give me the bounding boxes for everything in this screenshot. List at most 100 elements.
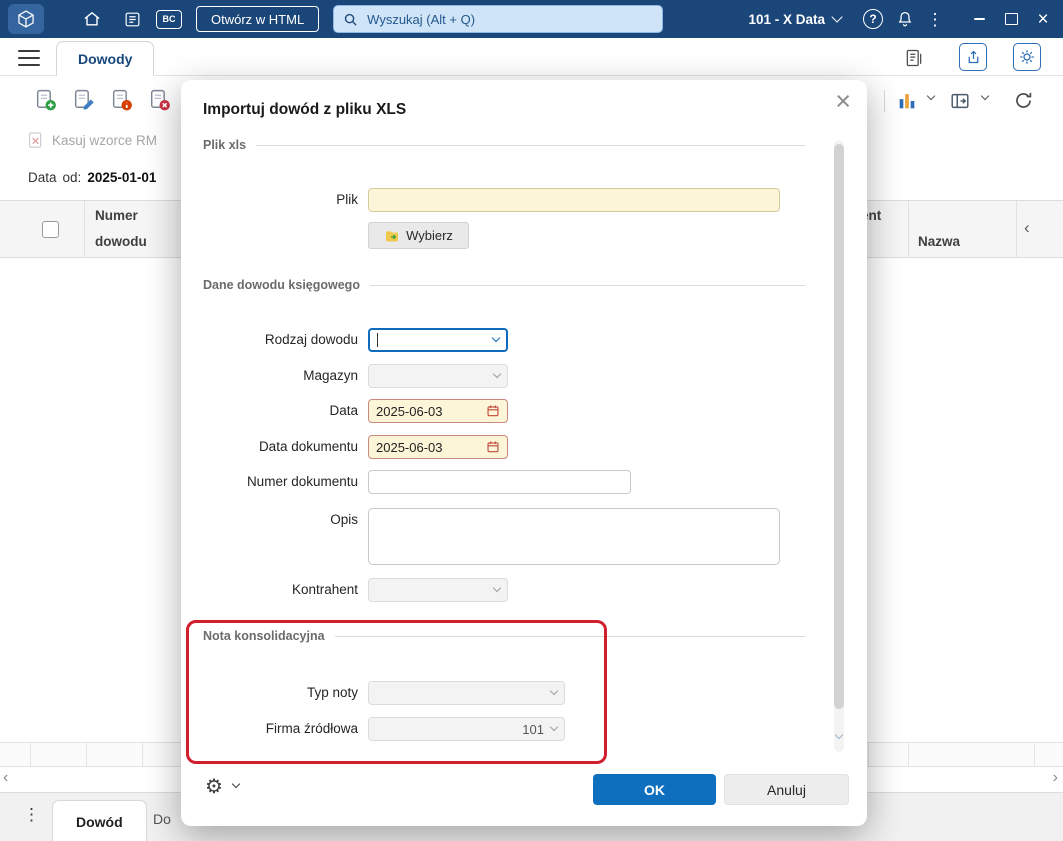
delete-icon	[150, 89, 170, 111]
document-info-button[interactable]	[108, 87, 135, 114]
section-dane-label: Dane dowodu księgowego	[203, 278, 360, 292]
opis-textarea[interactable]	[368, 508, 780, 565]
footer-cell-divider-2	[86, 743, 87, 766]
dialog-scrollbar-thumb[interactable]	[834, 144, 844, 709]
home-icon	[84, 11, 100, 26]
chevron-down-icon	[549, 722, 559, 732]
maximize-icon	[1004, 13, 1018, 25]
bc-badge-label: BC	[156, 9, 182, 29]
tab-dowody-label: Dowody	[78, 50, 133, 67]
footer-cell-divider-4	[868, 743, 869, 766]
journal-button[interactable]	[116, 4, 148, 34]
footer-cell-divider-6	[1034, 743, 1035, 766]
topbar: BC Otwórz w HTML 101 - X Data ? ⋮ ×	[0, 0, 1063, 38]
app-window: BC Otwórz w HTML 101 - X Data ? ⋮ ×	[0, 0, 1063, 841]
dialog-close-button[interactable]: ×	[835, 88, 851, 115]
menu-button[interactable]	[18, 50, 40, 70]
tab-dowody[interactable]: Dowody	[56, 41, 155, 76]
page-tabstrip: Dowody	[0, 38, 1063, 76]
new-document-button[interactable]	[32, 87, 59, 114]
hamburger-icon	[18, 50, 40, 53]
notifications-button[interactable]	[889, 4, 921, 34]
kontrahent-combobox	[368, 578, 508, 602]
layout-chevron-down-icon[interactable]	[980, 91, 990, 101]
close-icon: ×	[835, 86, 851, 116]
typ-noty-label: Typ noty	[306, 685, 358, 700]
maximize-button[interactable]	[995, 4, 1027, 34]
wybierz-button[interactable]: Wybierz	[368, 222, 469, 249]
share-button[interactable]	[959, 43, 987, 71]
journal-icon	[125, 12, 139, 26]
tab-partial[interactable]: Do	[153, 811, 171, 827]
minimize-button[interactable]	[963, 4, 995, 34]
kebab-icon: ⋮	[926, 9, 944, 29]
company-picker[interactable]: 101 - X Data	[748, 11, 843, 27]
kasuj-wzorce-button[interactable]: Kasuj wzorce RM	[26, 131, 157, 150]
cube-icon	[18, 10, 34, 28]
rodzaj-combobox[interactable]	[368, 328, 508, 352]
chart-view-button[interactable]	[893, 87, 920, 114]
hamburger-icon-bar	[18, 56, 40, 60]
search-box[interactable]	[333, 5, 664, 33]
opis-label: Opis	[330, 512, 358, 527]
refresh-button[interactable]	[1010, 87, 1037, 114]
data-input[interactable]: 2025-06-03	[368, 399, 508, 423]
delete-document-button[interactable]	[146, 87, 173, 114]
delete-template-icon	[29, 132, 42, 148]
more-options-button[interactable]: ⋮	[921, 4, 949, 34]
help-button[interactable]: ?	[857, 4, 889, 34]
typ-noty-combobox	[368, 681, 565, 705]
plik-input[interactable]	[368, 188, 780, 212]
cancel-button[interactable]: Anuluj	[724, 774, 849, 805]
chevron-down-icon[interactable]	[491, 333, 501, 343]
firma-zrodlowa-value: 101	[522, 721, 544, 737]
ok-button[interactable]: OK	[593, 774, 716, 805]
dialog-settings-button[interactable]: ⚙	[205, 777, 223, 797]
numer-dokumentu-label: Numer dokumentu	[246, 474, 358, 489]
bc-badge[interactable]: BC	[156, 4, 182, 34]
data-dokumentu-label: Data dokumentu	[258, 439, 358, 454]
factbox-collapse-button[interactable]: ‹	[1024, 218, 1030, 238]
pages-pane-button[interactable]	[901, 45, 927, 71]
bottom-kebab-button[interactable]: ⋮	[23, 805, 40, 825]
chart-chevron-down-icon[interactable]	[926, 91, 936, 101]
chevron-down-icon	[831, 11, 843, 23]
column-numer-dowodu-line2: dowodu	[95, 234, 147, 249]
footer-cell-divider-3	[142, 743, 143, 766]
open-html-button[interactable]: Otwórz w HTML	[196, 6, 320, 32]
tab-dowod[interactable]: Dowód	[52, 800, 147, 841]
toolbar-divider	[884, 90, 885, 112]
section-nota-label: Nota konsolidacyjna	[203, 629, 325, 643]
data-dokumentu-value: 2025-06-03	[376, 439, 443, 455]
magazyn-combobox	[368, 364, 508, 388]
select-all-checkbox[interactable]	[42, 221, 59, 238]
info-icon	[112, 89, 132, 111]
hscroll-right-button[interactable]: ›	[1053, 770, 1058, 786]
edit-document-button[interactable]	[70, 87, 97, 114]
data-dokumentu-input[interactable]: 2025-06-03	[368, 435, 508, 459]
company-label: 101 - X Data	[748, 11, 825, 27]
section-plik-label: Plik xls	[203, 138, 247, 152]
date-filter[interactable]: Data od: 2025-01-01	[28, 170, 156, 185]
calendar-icon[interactable]	[486, 440, 500, 454]
filter-field-label: Data	[28, 170, 57, 185]
layout-options-button[interactable]	[946, 87, 973, 114]
numer-dokumentu-input[interactable]	[368, 470, 631, 494]
sun-icon	[1020, 50, 1034, 64]
app-launcher-button[interactable]	[8, 4, 44, 34]
column-numer-dowodu-line1[interactable]: Numer	[95, 208, 138, 223]
calendar-icon[interactable]	[486, 404, 500, 418]
search-input[interactable]	[365, 10, 654, 28]
section-dane: Dane dowodu księgowego	[203, 278, 805, 292]
settings-chevron-down-icon[interactable]	[231, 779, 241, 789]
firma-zrodlowa-combobox: 101	[368, 717, 565, 741]
home-button[interactable]	[76, 4, 108, 34]
search-icon	[344, 13, 357, 26]
column-divider-2	[908, 201, 909, 257]
kasuj-wzorce-label: Kasuj wzorce RM	[52, 133, 158, 148]
column-nazwa[interactable]: Nazwa	[918, 234, 960, 249]
hscroll-left-button[interactable]: ‹	[3, 770, 8, 786]
close-window-button[interactable]: ×	[1027, 4, 1059, 34]
personalize-button[interactable]	[1013, 43, 1041, 71]
dialog-title: Importuj dowód z pliku XLS	[203, 101, 407, 118]
